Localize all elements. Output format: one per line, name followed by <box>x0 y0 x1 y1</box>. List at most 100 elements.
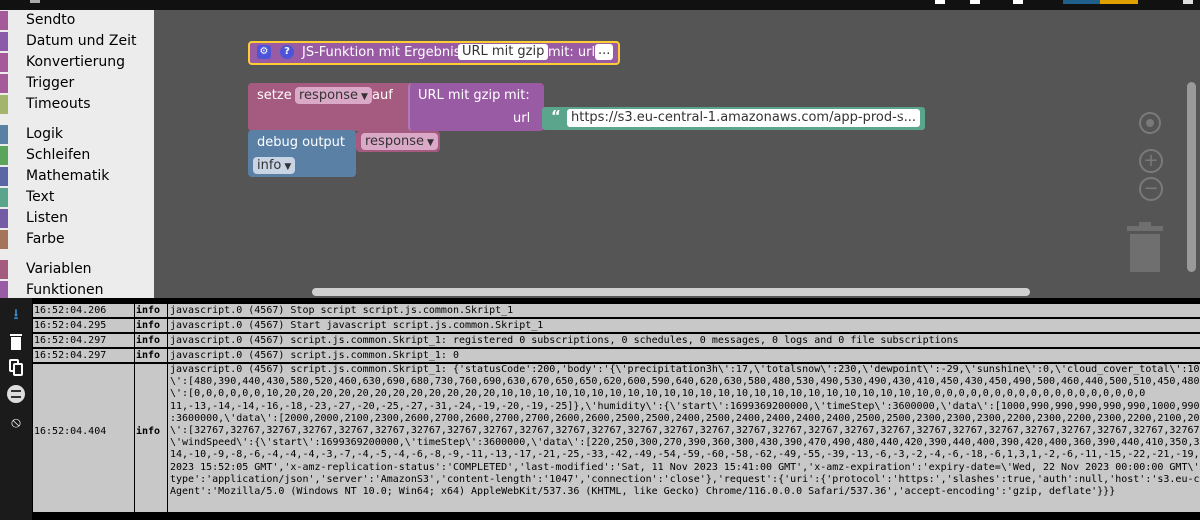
zoom-out-icon[interactable]: − <box>1139 177 1163 201</box>
log-time: 16:52:04.295 <box>34 320 107 331</box>
toggle-columns-icon[interactable] <box>6 384 26 404</box>
column-divider <box>134 334 135 347</box>
log-message: javascript.0 (4567) Stop script script.j… <box>170 305 514 316</box>
debug-label: debug output <box>257 135 346 150</box>
export-icon[interactable] <box>1013 0 1023 4</box>
horizontal-scrollbar[interactable] <box>312 288 1030 296</box>
column-divider <box>167 349 168 362</box>
category-mathematik[interactable]: Mathematik <box>0 166 154 187</box>
log-row: 16:52:04.404 info javascript.0 (4567) sc… <box>33 364 1200 512</box>
debug-output-block[interactable]: debug output info ▼ <box>248 130 356 177</box>
log-row: 16:52:04.297 info javascript.0 (4567) sc… <box>33 349 1200 362</box>
toggle-columns-icon-bars <box>11 390 21 398</box>
log-message: javascript.0 (4567) script.js.common.Skr… <box>170 335 959 346</box>
category-label: Variablen <box>26 261 92 277</box>
category-text[interactable]: Text <box>0 187 154 208</box>
category-label: Konvertierung <box>26 54 125 70</box>
clear-log-icon-body <box>11 337 21 350</box>
log-level: info <box>136 335 161 346</box>
category-color-bar <box>0 11 8 30</box>
log-row: 16:52:04.295 info javascript.0 (4567) St… <box>33 319 1200 332</box>
log-toolbar: ⭳ ⦸ <box>0 298 32 520</box>
category-label: Sendto <box>26 12 76 28</box>
category-datum-und-zeit[interactable]: Datum und Zeit <box>0 31 154 52</box>
category-farbe[interactable]: Farbe <box>0 229 154 250</box>
function-definition-block[interactable]: ⚙ ? JS-Funktion mit Ergebnis URL mit gzi… <box>248 41 620 65</box>
trash-icon[interactable] <box>1127 222 1163 272</box>
top-toolbar <box>0 0 1200 10</box>
category-color-bar <box>0 32 8 51</box>
help-icon[interactable]: ? <box>280 45 294 59</box>
copy-icon[interactable] <box>970 0 980 4</box>
text-url-field[interactable]: https://s3.eu-central-1.amazonaws.com/ap… <box>567 109 921 127</box>
category-label: Schleifen <box>26 147 91 163</box>
category-color-bar <box>0 188 8 207</box>
scroll-down-icon[interactable]: ⭳ <box>6 304 26 324</box>
clear-log-icon-lid <box>10 334 22 336</box>
category-color-bar <box>0 74 8 93</box>
category-funktionen[interactable]: Funktionen <box>0 280 154 298</box>
recenter-icon[interactable] <box>1139 112 1161 134</box>
trash-handle <box>1139 222 1151 226</box>
column-divider <box>134 364 135 512</box>
close-icon[interactable] <box>1183 0 1193 4</box>
log-message: javascript.0 (4567) Start javascript scr… <box>170 320 544 331</box>
function-name-field[interactable]: URL mit gzip <box>458 44 549 60</box>
copy-log-icon-front <box>13 363 23 376</box>
debug-level-dropdown[interactable]: info ▼ <box>253 157 296 174</box>
category-listen[interactable]: Listen <box>0 208 154 229</box>
category-logik[interactable]: Logik <box>0 124 154 145</box>
debug-variable-name: response <box>365 134 425 149</box>
debug-variable-block[interactable]: response ▼ <box>356 131 440 152</box>
category-label: Listen <box>26 210 68 226</box>
copy-log-icon[interactable] <box>6 358 26 378</box>
chevron-down-icon: ▼ <box>284 162 292 172</box>
log-level: info <box>136 305 161 316</box>
chevron-down-icon: ▼ <box>361 92 368 102</box>
category-schleifen[interactable]: Schleifen <box>0 145 154 166</box>
close-quote: ” <box>893 107 903 125</box>
column-divider <box>134 319 135 332</box>
category-color-bar <box>0 260 8 279</box>
category-konvertierung[interactable]: Konvertierung <box>0 52 154 73</box>
hide-icon[interactable]: ⦸ <box>6 412 26 432</box>
column-divider <box>167 304 168 317</box>
set-variable-name: response <box>299 88 359 103</box>
log-time: 16:52:04.404 <box>34 426 107 437</box>
debug-variable-dropdown[interactable]: response ▼ <box>361 133 438 150</box>
category-variablen[interactable]: Variablen <box>0 259 154 280</box>
log-message: javascript.0 (4567) script.js.common.Skr… <box>170 364 1200 498</box>
call-param-label: url <box>513 111 531 126</box>
function-more-button[interactable]: ... <box>595 44 614 60</box>
category-color-bar <box>0 146 8 165</box>
call-with-label: mit: <box>504 88 530 103</box>
blockly-workspace[interactable]: ⚙ ? JS-Funktion mit Ergebnis URL mit gzi… <box>154 10 1200 298</box>
set-suffix-label: auf <box>372 88 393 103</box>
column-divider <box>167 364 168 512</box>
category-label: Funktionen <box>26 282 104 298</box>
chevron-down-icon: ▼ <box>427 138 434 148</box>
gear-icon[interactable]: ⚙ <box>257 45 271 59</box>
text-string-block[interactable]: “ https://s3.eu-central-1.amazonaws.com/… <box>542 107 925 130</box>
category-sendto[interactable]: Sendto <box>0 10 154 31</box>
category-label: Text <box>26 189 55 205</box>
category-color-bar <box>0 281 8 298</box>
category-label: Trigger <box>26 75 75 91</box>
log-time: 16:52:04.297 <box>34 350 107 361</box>
trash-can <box>1130 234 1160 272</box>
set-label: setze <box>257 88 292 103</box>
category-timeouts[interactable]: Timeouts <box>0 94 154 115</box>
save-icon[interactable] <box>935 0 945 4</box>
log-level: info <box>136 320 161 331</box>
function-call-block[interactable]: URL mit gzip mit: url <box>408 83 543 131</box>
category-label: Datum und Zeit <box>26 33 137 49</box>
clear-log-icon[interactable] <box>6 332 26 352</box>
run-progress <box>1100 0 1138 4</box>
zoom-in-icon[interactable]: + <box>1139 149 1163 173</box>
menu-icon[interactable] <box>30 0 40 3</box>
log-message: javascript.0 (4567) script.js.common.Skr… <box>170 350 459 361</box>
set-variable-dropdown[interactable]: response ▼ <box>295 87 372 104</box>
category-trigger[interactable]: Trigger <box>0 73 154 94</box>
open-quote: “ <box>551 107 561 125</box>
vertical-scrollbar[interactable] <box>1187 82 1196 272</box>
